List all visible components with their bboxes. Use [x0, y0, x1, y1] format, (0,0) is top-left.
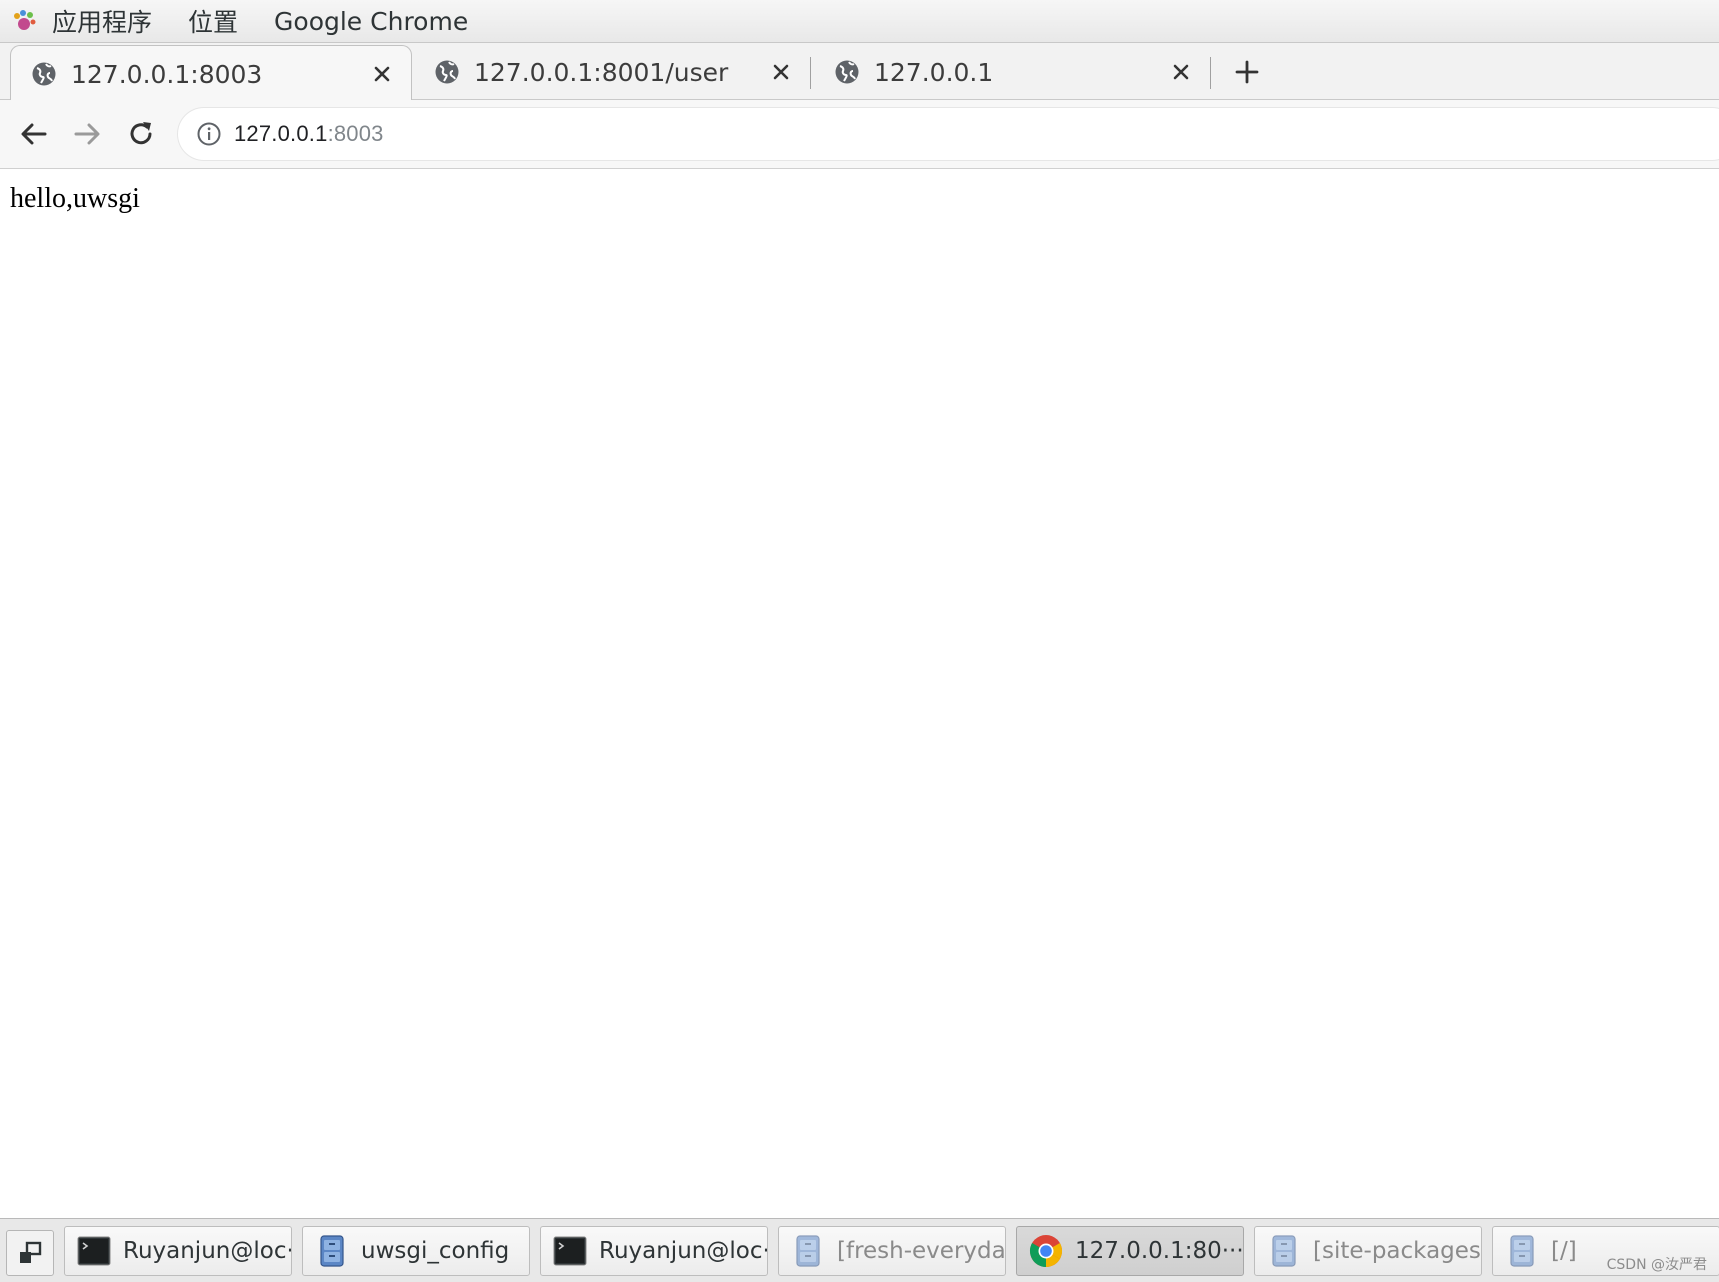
tab-title: 127.0.0.1:8003: [71, 59, 263, 89]
back-arrow-icon[interactable]: [17, 117, 51, 151]
taskbar-item-label: uwsgi_config: [361, 1238, 510, 1264]
url-text[interactable]: 127.0.0.1:8003: [234, 121, 384, 147]
taskbar-item-terminal-1[interactable]: Ruyanjun@loc···: [64, 1226, 292, 1276]
close-icon[interactable]: [371, 63, 393, 85]
url-port: :8003: [327, 121, 384, 146]
tab-127-0-0-1-8001-user[interactable]: 127.0.0.1:8001/user: [414, 45, 810, 99]
close-icon[interactable]: [770, 61, 792, 83]
tab-127-0-0-1[interactable]: 127.0.0.1: [814, 45, 1210, 99]
forward-arrow-icon[interactable]: [70, 117, 104, 151]
watermark: CSDN @汝严君: [1606, 1257, 1707, 1273]
reload-icon[interactable]: [124, 117, 158, 151]
file-cabinet-icon: [320, 1235, 344, 1267]
taskbar-item-label: [site-packages]: [1313, 1238, 1481, 1264]
new-tab-icon[interactable]: [1232, 57, 1262, 87]
taskbar: Ruyanjun@loc··· uwsgi_config Ruyanjun@lo…: [0, 1218, 1719, 1282]
url-host: 127.0.0.1: [234, 121, 328, 146]
taskbar-item-site-packages[interactable]: [site-packages]: [1254, 1226, 1482, 1276]
file-cabinet-icon: [1510, 1235, 1534, 1267]
close-icon[interactable]: [1170, 61, 1192, 83]
file-cabinet-icon: [796, 1235, 820, 1267]
taskbar-item-label: Ruyanjun@loc···: [123, 1238, 291, 1264]
places-menu[interactable]: 位置: [170, 0, 256, 42]
taskbar-item-label: Ruyanjun@loc···: [599, 1238, 767, 1264]
file-cabinet-icon: [1272, 1235, 1296, 1267]
taskbar-item-chrome[interactable]: 127.0.0.1:80···: [1016, 1226, 1244, 1276]
top-panel: 应用程序 位置 Google Chrome: [0, 0, 1719, 43]
taskbar-item-terminal-2[interactable]: Ruyanjun@loc···: [540, 1226, 768, 1276]
globe-icon: [435, 60, 459, 84]
browser-toolbar: 127.0.0.1:8003: [0, 100, 1719, 169]
terminal-icon: [77, 1236, 111, 1266]
info-icon[interactable]: [196, 121, 222, 147]
tab-strip: 127.0.0.1:8003 127.0.0.1:8001/user 127.0…: [0, 43, 1719, 102]
page-viewport: hello,uwsgi: [0, 169, 1719, 1218]
show-desktop-icon: [20, 1241, 42, 1263]
taskbar-item-label: [/]: [1551, 1238, 1577, 1264]
taskbar-item-fresh-everyday[interactable]: [fresh-everyday]: [778, 1226, 1006, 1276]
tab-separator: [1210, 57, 1211, 89]
terminal-icon: [553, 1236, 587, 1266]
taskbar-item-label: 127.0.0.1:80···: [1075, 1238, 1243, 1264]
applications-menu[interactable]: 应用程序: [48, 0, 170, 42]
tab-127-0-0-1-8003[interactable]: 127.0.0.1:8003: [10, 45, 412, 102]
gnome-foot-icon[interactable]: [10, 7, 38, 35]
tab-title: 127.0.0.1:8001/user: [474, 57, 729, 87]
tab-separator: [810, 57, 811, 89]
tab-title: 127.0.0.1: [874, 57, 994, 87]
globe-icon: [835, 60, 859, 84]
taskbar-item-label: [fresh-everyday]: [837, 1238, 1005, 1264]
taskbar-item-uwsgi-config[interactable]: uwsgi_config: [302, 1226, 530, 1276]
address-bar[interactable]: 127.0.0.1:8003: [178, 108, 1719, 160]
app-menu-google-chrome[interactable]: Google Chrome: [256, 0, 486, 42]
chrome-icon: [1029, 1235, 1063, 1267]
show-desktop-button[interactable]: [6, 1230, 54, 1276]
globe-icon: [32, 62, 56, 86]
page-body-text: hello,uwsgi: [10, 183, 140, 214]
